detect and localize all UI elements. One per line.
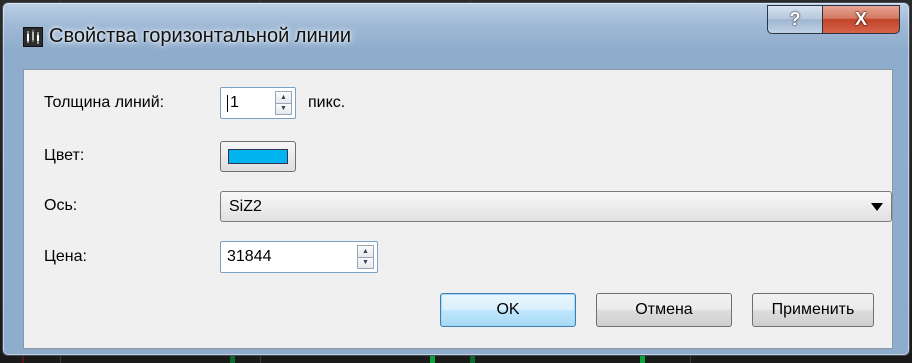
title-bar[interactable]: Свойства горизонтальной линии ? X (3, 3, 909, 61)
thickness-stepper[interactable]: ▲ ▼ (275, 91, 292, 115)
cancel-button[interactable]: Отмена (596, 293, 732, 327)
close-icon: X (854, 9, 867, 29)
thickness-unit: пикс. (308, 94, 346, 111)
text-caret (227, 95, 228, 112)
decrement-arrow-icon[interactable]: ▼ (357, 257, 374, 269)
increment-arrow-icon[interactable]: ▲ (275, 91, 292, 104)
color-picker-button[interactable] (220, 141, 296, 172)
thickness-value[interactable]: 1 (230, 88, 239, 118)
chart-app-icon (23, 27, 43, 47)
close-button[interactable]: X (822, 5, 900, 34)
price-value[interactable]: 31844 (227, 242, 272, 272)
color-swatch (228, 149, 288, 164)
thickness-label: Толщина линий: (44, 94, 165, 111)
apply-button[interactable]: Применить (752, 293, 874, 327)
axis-select[interactable]: SiZ2 (220, 191, 892, 222)
dialog-body: Толщина линий: 1 ▲ ▼ пикс. Цвет: Ось: Si… (23, 69, 893, 349)
price-spinbox[interactable]: 31844 ▲ ▼ (220, 241, 378, 273)
help-icon: ? (789, 9, 801, 29)
color-label: Цвет: (44, 147, 85, 164)
screen: Свойства горизонтальной линии ? X Толщин… (0, 0, 912, 363)
axis-select-value: SiZ2 (229, 198, 262, 215)
ok-button[interactable]: OK (440, 293, 576, 327)
help-button[interactable]: ? (767, 5, 823, 34)
price-label: Цена: (44, 248, 87, 265)
dropdown-arrow-icon[interactable] (871, 203, 883, 211)
thickness-spinbox[interactable]: 1 ▲ ▼ (220, 87, 296, 119)
dialog-window: Свойства горизонтальной линии ? X Толщин… (2, 2, 910, 356)
increment-arrow-icon[interactable]: ▲ (357, 245, 374, 258)
decrement-arrow-icon[interactable]: ▼ (275, 103, 292, 115)
window-title: Свойства горизонтальной линии (49, 25, 352, 47)
axis-label: Ось: (44, 197, 78, 214)
price-stepper[interactable]: ▲ ▼ (357, 245, 374, 269)
